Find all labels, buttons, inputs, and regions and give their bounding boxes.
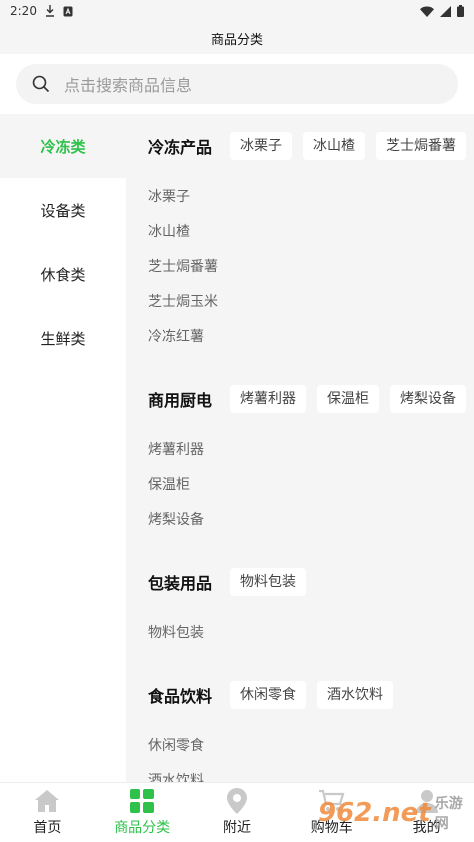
battery-icon (457, 5, 464, 17)
cart-icon (318, 788, 346, 814)
subcategory-list: 物料包装 (148, 614, 474, 663)
user-icon (413, 788, 441, 814)
status-bar: 2:20 (0, 0, 474, 22)
search-container: 点击搜索商品信息 (0, 54, 474, 114)
category-label: 生鲜类 (40, 329, 86, 348)
subcategory-item[interactable]: 冷冻红薯 (148, 320, 474, 355)
download-icon (45, 5, 55, 17)
subcategory-chip[interactable]: 烤梨设备 (390, 385, 467, 413)
signal-icon (440, 5, 451, 17)
category-label: 休食类 (40, 265, 86, 284)
nav-item-nearby[interactable]: 附近 (190, 783, 285, 842)
wifi-icon (420, 6, 434, 17)
section-title: 包装用品 (148, 574, 213, 593)
subcategory-list: 冰栗子 冰山楂 芝士焗番薯 芝士焗玉米 冷冻红薯 (148, 178, 474, 367)
section-header: 冷冻产品 冰栗子 冰山楂 芝士焗番薯 (148, 114, 474, 178)
notification-a-icon (63, 6, 73, 17)
nav-item-home[interactable]: 首页 (0, 783, 95, 842)
subcategory-chip[interactable]: 芝士焗番薯 (376, 132, 467, 160)
subcategory-item[interactable]: 烤梨设备 (148, 503, 474, 538)
category-item-fresh[interactable]: 生鲜类 (0, 306, 126, 370)
nav-label: 商品分类 (114, 820, 171, 836)
category-sidebar: 冷冻类 设备类 休食类 生鲜类 (0, 114, 126, 782)
subcategory-item[interactable]: 保温柜 (148, 468, 474, 503)
subcategory-chip[interactable]: 酒水饮料 (317, 681, 394, 709)
subcategory-item[interactable]: 冰栗子 (148, 180, 474, 215)
subcategory-list: 休闲零食 酒水饮料 (148, 727, 474, 782)
subcategory-item[interactable]: 冰山楂 (148, 215, 474, 250)
nav-label: 我的 (412, 820, 441, 836)
nav-item-cart[interactable]: 购物车 (284, 783, 379, 842)
category-icon (128, 788, 156, 814)
location-icon (223, 788, 251, 814)
section-header: 食品饮料 休闲零食 酒水饮料 (148, 663, 474, 727)
section-packaging: 包装用品 物料包装 物料包装 (126, 550, 474, 663)
subcategory-chip[interactable]: 烤薯利器 (230, 385, 307, 413)
section-title: 冷冻产品 (148, 138, 213, 157)
subcategory-item[interactable]: 烤薯利器 (148, 433, 474, 468)
nav-item-mine[interactable]: 我的 (379, 783, 474, 842)
subcategory-item[interactable]: 休闲零食 (148, 729, 474, 764)
section-frozen-products: 冷冻产品 冰栗子 冰山楂 芝士焗番薯 冰栗子 冰山楂 芝士焗番薯 芝士焗玉米 冷… (126, 114, 474, 367)
subcategory-item[interactable]: 芝士焗番薯 (148, 250, 474, 285)
subcategory-list: 烤薯利器 保温柜 烤梨设备 (148, 431, 474, 550)
nav-item-category[interactable]: 商品分类 (95, 783, 190, 842)
category-item-snacks[interactable]: 休食类 (0, 242, 126, 306)
home-icon (33, 788, 61, 814)
category-item-equipment[interactable]: 设备类 (0, 178, 126, 242)
nav-label: 购物车 (310, 820, 353, 836)
section-header: 商用厨电 烤薯利器 保温柜 烤梨设备 (148, 367, 474, 431)
search-icon (32, 75, 50, 93)
category-label: 设备类 (40, 201, 86, 220)
app-root: 2:20 商品分类 点击搜索商品信息 冷冻类 设备类 休食类 生鲜类 冷冻产品 … (0, 0, 474, 842)
search-placeholder: 点击搜索商品信息 (64, 76, 193, 95)
status-left: 2:20 (10, 4, 73, 18)
subcategory-item[interactable]: 酒水饮料 (148, 764, 474, 782)
subcategory-chip[interactable]: 冰栗子 (230, 132, 293, 160)
bottom-nav: 首页 商品分类 附近 购物车 我的 (0, 782, 474, 842)
page-title: 商品分类 (210, 32, 263, 48)
section-title: 食品饮料 (148, 687, 213, 706)
subcategory-item[interactable]: 芝士焗玉米 (148, 285, 474, 320)
nav-label: 附近 (222, 820, 251, 836)
status-time: 2:20 (10, 4, 37, 18)
search-input[interactable]: 点击搜索商品信息 (16, 64, 458, 104)
section-commercial-kitchen: 商用厨电 烤薯利器 保温柜 烤梨设备 烤薯利器 保温柜 烤梨设备 (126, 367, 474, 550)
subcategory-chip[interactable]: 休闲零食 (230, 681, 307, 709)
subcategory-chip[interactable]: 物料包装 (230, 568, 307, 596)
subcategory-chip[interactable]: 冰山楂 (303, 132, 366, 160)
nav-label: 首页 (33, 820, 62, 836)
section-food-beverage: 食品饮料 休闲零食 酒水饮料 休闲零食 酒水饮料 (126, 663, 474, 782)
category-content: 冷冻产品 冰栗子 冰山楂 芝士焗番薯 冰栗子 冰山楂 芝士焗番薯 芝士焗玉米 冷… (126, 114, 474, 782)
category-item-frozen[interactable]: 冷冻类 (0, 114, 126, 178)
status-right (420, 5, 464, 17)
subcategory-item[interactable]: 物料包装 (148, 616, 474, 651)
section-header: 包装用品 物料包装 (148, 550, 474, 614)
page-title-bar: 商品分类 (0, 22, 474, 54)
section-title: 商用厨电 (148, 391, 213, 410)
category-label: 冷冻类 (40, 137, 86, 156)
subcategory-chip[interactable]: 保温柜 (317, 385, 380, 413)
